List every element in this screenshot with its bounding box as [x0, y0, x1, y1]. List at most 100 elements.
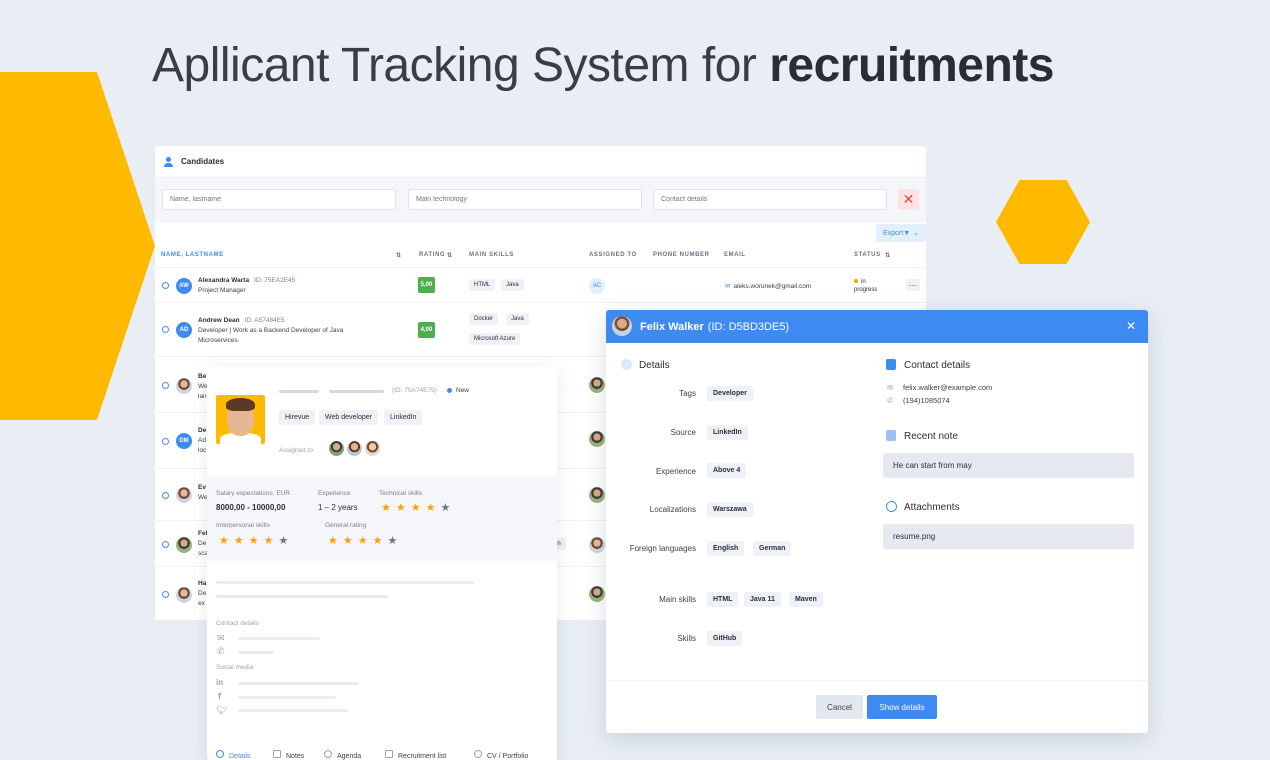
- tab-label: Agenda: [337, 753, 362, 760]
- filter-bar: ✕: [155, 178, 926, 223]
- panel-header: Candidates: [155, 146, 926, 178]
- candidate-name[interactable]: De: [198, 427, 206, 434]
- contact-filter-input[interactable]: [653, 189, 887, 210]
- sort-icon[interactable]: ⇅: [885, 252, 891, 259]
- status-dot: [854, 279, 858, 284]
- skill-chip: Java: [501, 279, 524, 291]
- field-tag: English: [707, 541, 745, 556]
- candidate-name[interactable]: Fel: [198, 530, 207, 537]
- modal-candidate-name: Felix Walker: [640, 320, 704, 333]
- text-placeholder: [216, 595, 388, 598]
- contact-email[interactable]: ✉ felix.walker@example.com: [887, 383, 992, 392]
- more-options-button[interactable]: ⋯: [906, 279, 920, 291]
- table-header: NAME, LASTNAME ⇅ RATING ⇅ MAIN SKILLS AS…: [155, 246, 926, 266]
- row-select-radio[interactable]: [162, 326, 169, 333]
- column-name[interactable]: NAME, LASTNAME: [161, 252, 224, 258]
- column-rating[interactable]: RATING: [419, 252, 445, 258]
- field-label: Tags: [679, 389, 696, 398]
- twitter-icon[interactable]: 🐦︎: [216, 705, 227, 716]
- cancel-button[interactable]: Cancel: [816, 695, 863, 719]
- row-select-radio[interactable]: [162, 591, 169, 598]
- show-details-button[interactable]: Show details: [867, 695, 937, 719]
- star-empty-icon: ★: [387, 535, 403, 547]
- row-select-radio[interactable]: [162, 438, 169, 445]
- field-label: Skills: [677, 634, 696, 643]
- email-cell[interactable]: ✉ aleks.worunek@gmail.com: [725, 282, 811, 290]
- sort-icon[interactable]: ⇅: [396, 252, 402, 259]
- sort-icon[interactable]: ⇅: [447, 252, 453, 259]
- contact-icon: [886, 359, 896, 370]
- details-section-title: Details: [621, 359, 670, 371]
- clipboard-icon: [385, 750, 393, 758]
- source-tag: Hirevue: [279, 410, 316, 425]
- skill-chip: Microsoft Azure: [469, 333, 521, 345]
- rating-section: Salary expectations, EUR 8000,00 - 10000…: [207, 477, 557, 561]
- row-select-radio[interactable]: [162, 492, 169, 499]
- name-placeholder: [279, 390, 319, 393]
- avatar: [176, 378, 192, 394]
- close-icon[interactable]: ✕: [1126, 319, 1136, 333]
- field-label: Experience: [655, 467, 696, 476]
- tab-agenda[interactable]: Agenda: [324, 750, 361, 760]
- field-tag: HTML: [707, 592, 739, 607]
- salary-value: 8000,00 - 10000,00: [216, 503, 286, 512]
- tab-details[interactable]: Details: [216, 750, 250, 760]
- clock-icon: [324, 750, 332, 758]
- candidate-name[interactable]: Ha: [198, 580, 206, 587]
- candidate-role-continued: lan: [198, 393, 207, 400]
- tab-label: Notes: [286, 753, 305, 760]
- contact-details-label: Contact details: [216, 620, 259, 627]
- text-placeholder: [238, 696, 336, 699]
- tab-cv-portfolio[interactable]: CV / Portfolio: [474, 750, 528, 760]
- mail-icon: ✉: [217, 633, 225, 643]
- source-tag: LinkedIn: [384, 410, 423, 425]
- candidate-role: Project Manager: [198, 287, 246, 294]
- star-filled-icon: ★: [425, 502, 441, 514]
- export-label: Export▼: [882, 229, 911, 237]
- star-filled-icon: ★: [342, 535, 358, 547]
- avatar: DM: [176, 433, 192, 449]
- recent-note: He can start from may: [883, 453, 1134, 478]
- phone-icon: ✆: [887, 396, 894, 405]
- clear-filters-button[interactable]: ✕: [898, 189, 919, 210]
- section-label: Details: [639, 360, 670, 371]
- row-select-radio[interactable]: [162, 382, 169, 389]
- tab-notes[interactable]: Notes: [273, 750, 304, 760]
- email-text: aleks.worunek@gmail.com: [733, 283, 812, 290]
- candidate-name[interactable]: Andrew Dean ID: A57484E5: [198, 317, 285, 324]
- general-rating-label: General rating: [325, 522, 367, 529]
- linkedin-icon[interactable]: in: [216, 678, 223, 687]
- row-select-radio[interactable]: [162, 541, 169, 548]
- candidate-id: ID: A57484E5: [244, 317, 285, 324]
- technology-filter-input[interactable]: [408, 189, 642, 210]
- note-section-title: Recent note: [886, 430, 958, 442]
- text-placeholder: [238, 682, 359, 685]
- mail-icon: ✉: [887, 383, 894, 392]
- attachment-file[interactable]: resume.png: [883, 524, 1134, 549]
- assignee-avatar: [345, 439, 364, 458]
- note-icon: [273, 750, 281, 758]
- candidate-modal: Felix Walker (ID: D5BD3DE5) ✕ Details Ta…: [606, 310, 1148, 733]
- salary-label: Salary expectations, EUR: [216, 490, 291, 497]
- assignee-avatar: AC: [589, 278, 605, 294]
- row-select-radio[interactable]: [162, 282, 169, 289]
- facebook-icon[interactable]: f: [218, 691, 221, 701]
- candidate-name[interactable]: Alexandra Warta ID: 75EA2E45: [198, 277, 295, 284]
- export-button[interactable]: Export▼ ⌄: [876, 224, 926, 242]
- name-filter-input[interactable]: [162, 189, 396, 210]
- candidate-photo: [216, 395, 265, 444]
- contact-phone[interactable]: ✆ (194)1085074: [887, 396, 950, 405]
- tab-label: Details: [229, 753, 251, 760]
- candidate-name[interactable]: Ev: [198, 484, 206, 491]
- candidate-role-continued: ex: [198, 600, 205, 607]
- candidate-name[interactable]: Be: [198, 373, 206, 380]
- tab-recruitment-list[interactable]: Recruitment list: [385, 750, 446, 760]
- star-filled-icon: ★: [328, 535, 343, 547]
- star-filled-icon: ★: [233, 535, 249, 547]
- interpersonal-label: Interpersonal skills: [216, 522, 270, 529]
- table-row[interactable]: AW Alexandra Warta ID: 75EA2E45 Project M…: [155, 267, 926, 302]
- decorative-hexagon-right: [996, 180, 1090, 264]
- column-status[interactable]: STATUS: [854, 252, 881, 258]
- field-tag: Above 4: [707, 463, 747, 478]
- field-tag: German: [753, 541, 792, 556]
